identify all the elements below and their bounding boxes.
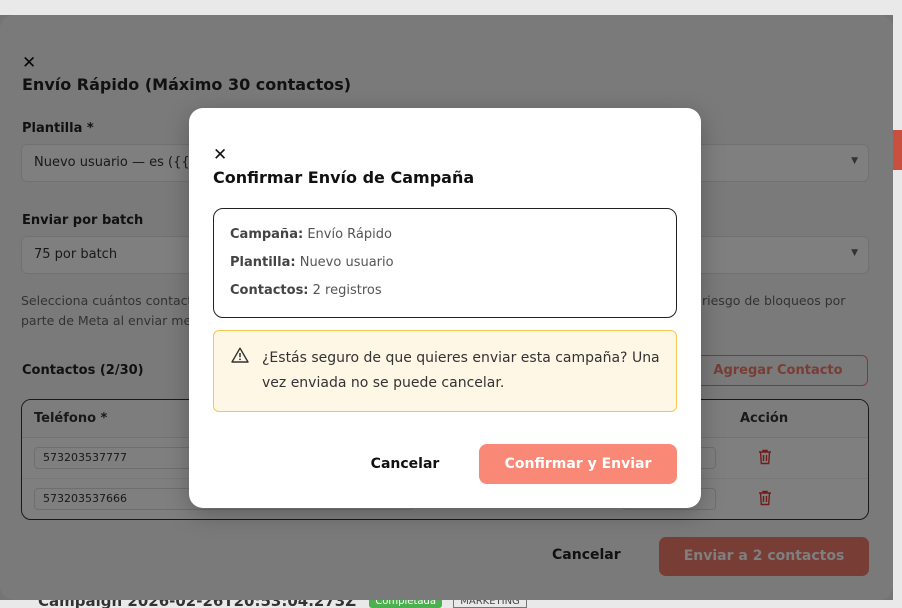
summary-contacts-value: 2 registros bbox=[312, 283, 382, 298]
summary-template-key: Plantilla: bbox=[230, 255, 296, 270]
summary-campaign-value: Envío Rápido bbox=[307, 227, 392, 242]
warning-icon bbox=[231, 347, 249, 363]
summary-contacts-key: Contactos: bbox=[230, 283, 309, 298]
summary-template: Plantilla: Nuevo usuario bbox=[230, 253, 660, 281]
confirm-send-button[interactable]: Confirmar y Enviar bbox=[479, 444, 677, 484]
side-tab bbox=[893, 130, 902, 170]
summary-campaign: Campaña: Envío Rápido bbox=[230, 225, 660, 253]
close-icon[interactable]: ✕ bbox=[213, 145, 227, 165]
summary-campaign-key: Campaña: bbox=[230, 227, 304, 242]
dialog-title: Confirmar Envío de Campaña bbox=[213, 168, 475, 187]
summary-template-value: Nuevo usuario bbox=[299, 255, 394, 270]
confirm-dialog: ✕ Confirmar Envío de Campaña Campaña: En… bbox=[189, 108, 701, 508]
warning-text: ¿Estás seguro de que quieres enviar esta… bbox=[262, 350, 660, 391]
warning-box: ¿Estás seguro de que quieres enviar esta… bbox=[213, 330, 677, 412]
dialog-cancel-button[interactable]: Cancelar bbox=[355, 444, 455, 484]
campaign-summary: Campaña: Envío Rápido Plantilla: Nuevo u… bbox=[213, 208, 677, 318]
summary-contacts: Contactos: 2 registros bbox=[230, 281, 660, 309]
